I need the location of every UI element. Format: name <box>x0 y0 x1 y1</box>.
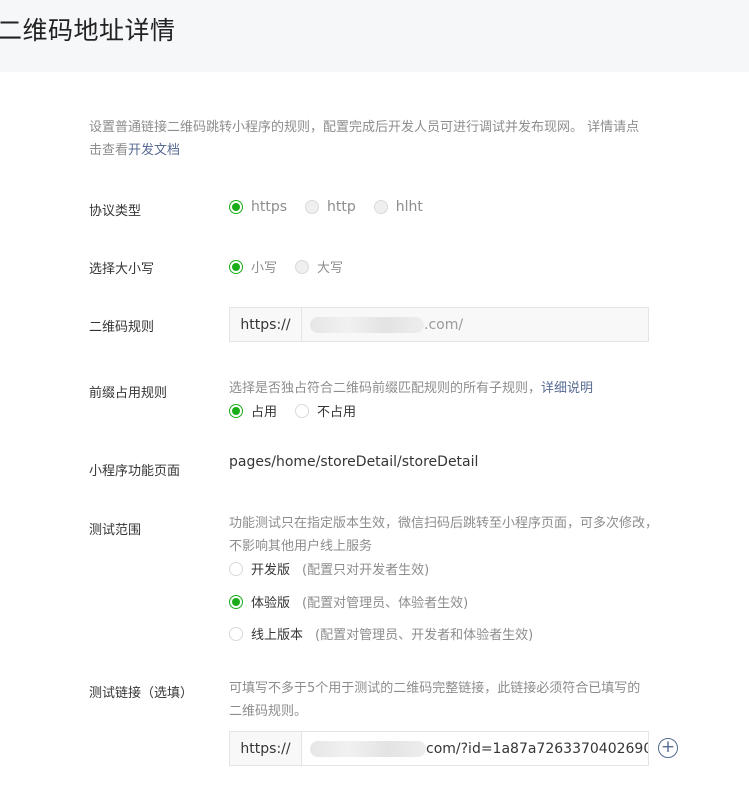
intro-description: 设置普通链接二维码跳转小程序的规则，配置完成后开发人员可进行调试并发布现网。 详… <box>89 116 649 162</box>
protocol-option-https[interactable]: https <box>229 199 287 215</box>
protocol-option-http[interactable]: http <box>305 199 356 215</box>
case-option-upper[interactable]: 大写 <box>295 257 343 276</box>
case-radio-group: 小写 大写 <box>229 257 361 276</box>
redacted-blur <box>310 316 424 333</box>
radio-checked-icon <box>229 200 243 214</box>
page-path-value: pages/home/storeDetail/storeDetail <box>229 454 479 470</box>
occupy-option-yes[interactable]: 占用 <box>229 401 277 420</box>
radio-disabled-icon <box>305 200 320 214</box>
qr-rule-value: .com/ <box>302 316 648 333</box>
scope-option-trial[interactable]: 体验版 (配置对管理员、体验者生效) <box>229 592 486 611</box>
dev-docs-link[interactable]: 开发文档 <box>128 143 180 158</box>
radio-unchecked-icon <box>229 561 243 576</box>
protocol-label: 协议类型 <box>89 204 142 219</box>
prefix-occupy-label: 前缀占用规则 <box>89 386 168 401</box>
qr-rule-label: 二维码规则 <box>89 320 155 335</box>
radio-unchecked-icon <box>229 626 243 641</box>
scope-option-dev[interactable]: 开发版 (配置只对开发者生效) <box>229 559 447 578</box>
test-link-input[interactable]: https:// com/?id=1a87a72633704026907 <box>229 731 649 766</box>
radio-disabled-icon <box>373 200 388 214</box>
radio-disabled-icon <box>295 259 310 274</box>
radio-checked-icon <box>229 403 243 418</box>
details-link[interactable]: 详细说明 <box>541 381 593 396</box>
test-link-hint: 可填写不多于5个用于测试的二维码完整链接，此链接必须符合已填写的二维码规则。 <box>229 681 641 719</box>
occupy-option-no[interactable]: 不占用 <box>295 401 356 420</box>
test-scope-label: 测试范围 <box>89 523 142 538</box>
protocol-radio-group: https http hlht <box>229 199 441 215</box>
test-scope-hint: 功能测试只在指定版本生效，微信扫码后跳转至小程序页面，可多次修改，不影响其他用户… <box>229 516 659 554</box>
test-link-prefix: https:// <box>230 732 302 765</box>
page-title: 二维码地址详情 <box>0 16 176 45</box>
prefix-occupy-hint: 选择是否独占符合二维码前缀匹配规则的所有子规则，详细说明 <box>229 381 594 396</box>
case-label: 选择大小写 <box>89 262 155 277</box>
add-link-icon[interactable]: + <box>658 738 678 758</box>
page-label: 小程序功能页面 <box>89 464 181 479</box>
scope-option-online[interactable]: 线上版本 (配置对管理员、开发者和体验者生效) <box>229 624 551 643</box>
test-link-label: 测试链接（选填） <box>89 686 194 701</box>
radio-unchecked-icon <box>295 403 310 418</box>
redacted-blur <box>310 740 426 757</box>
protocol-option-hlht[interactable]: hlht <box>373 199 423 215</box>
radio-checked-icon <box>229 594 243 609</box>
qr-rule-field: https:// .com/ <box>229 307 649 342</box>
page-header: 二维码地址详情 <box>0 0 749 72</box>
case-option-lower[interactable]: 小写 <box>229 257 277 276</box>
test-link-value: com/?id=1a87a72633704026907 <box>302 740 648 757</box>
qr-rule-prefix: https:// <box>230 308 302 341</box>
radio-checked-icon <box>229 259 243 274</box>
prefix-occupy-radio-group: 占用 不占用 <box>229 401 374 420</box>
